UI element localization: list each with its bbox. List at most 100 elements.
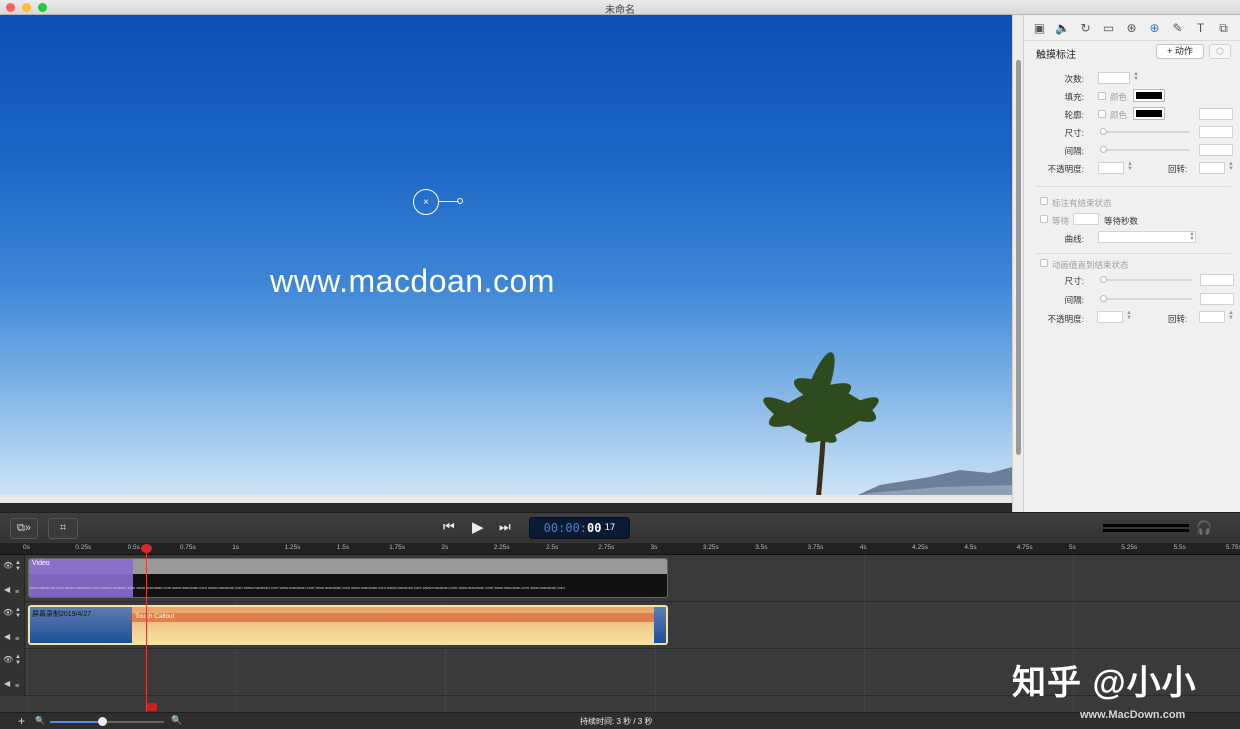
count-stepper[interactable]: ▲ ▼ xyxy=(1133,71,1139,82)
zoom-out-icon[interactable]: 🔍 xyxy=(35,716,45,725)
speaker-icon[interactable]: ◀ xyxy=(4,585,10,594)
audio-icon[interactable]: 🔈 xyxy=(1051,20,1074,36)
outline-width-field[interactable] xyxy=(1199,108,1233,120)
fast-forward-button[interactable]: ⏭ xyxy=(499,519,511,535)
group-icon: ⧉» xyxy=(17,522,31,534)
headphones-icon[interactable]: 🎧 xyxy=(1196,520,1212,536)
touch-callout-marker[interactable]: × xyxy=(413,189,439,215)
size-slider-knob[interactable] xyxy=(1100,128,1107,135)
zoom-slider-knob[interactable] xyxy=(98,717,108,726)
fill-color-label: 颜色 xyxy=(1110,92,1128,102)
wait-checkbox[interactable] xyxy=(1040,215,1048,223)
timeline-ruler[interactable]: 0s 0.25s 0.5s 0.75s 1s 1.25s 1.5s 1.75s 2s 2.25s 2… xyxy=(0,543,1240,555)
video-clip[interactable]: Video www.macdoan.com www.macdoan.com ww… xyxy=(28,558,668,598)
text-icon[interactable]: T xyxy=(1189,20,1212,36)
animate-opacity-stepper[interactable]: ▲ ▼ xyxy=(1126,310,1132,321)
rewind-button[interactable]: ⏮ xyxy=(443,519,455,535)
wait-seconds-field[interactable] xyxy=(1073,213,1099,225)
count-field[interactable] xyxy=(1098,72,1130,84)
preview-canvas[interactable]: www.macdoan.com × xyxy=(0,15,1012,503)
curve-label: 曲线: xyxy=(1064,234,1084,244)
animate-spacing-field[interactable] xyxy=(1200,293,1234,305)
cursor-icon[interactable]: ↻ xyxy=(1074,20,1097,36)
visibility-eye-icon[interactable]: 👁 xyxy=(3,608,13,617)
animate-spacing-slider-knob[interactable] xyxy=(1100,295,1107,302)
animate-rotation-stepper[interactable]: ▲ ▼ xyxy=(1228,310,1234,321)
ruler-tick-label: 4.75s xyxy=(1016,544,1033,551)
size-slider[interactable] xyxy=(1102,131,1190,133)
zoom-slider-fill xyxy=(50,721,103,723)
canvas-watermark-text: www.macdoan.com xyxy=(270,263,555,299)
playhead-foot[interactable] xyxy=(147,703,158,711)
size-field[interactable] xyxy=(1199,126,1233,138)
speaker-icon[interactable]: ◀ xyxy=(4,679,10,688)
ruler-tick-label: 1.75s xyxy=(389,544,405,551)
canvas-bottom-edge xyxy=(0,495,1012,503)
group-clips-button[interactable]: ⧉» xyxy=(10,518,38,539)
curve-select[interactable] xyxy=(1098,231,1196,243)
rotation-stepper[interactable]: ▲ ▼ xyxy=(1228,161,1234,172)
track-header: 👁 ▲ ▼ ◀ ≡ xyxy=(0,649,25,696)
animate-checkbox[interactable] xyxy=(1040,259,1048,267)
callout-handle-line xyxy=(439,201,459,202)
video-icon[interactable]: ▣ xyxy=(1028,20,1051,36)
play-button[interactable]: ▶ xyxy=(472,518,484,536)
spacing-slider-knob[interactable] xyxy=(1100,146,1107,153)
playhead[interactable] xyxy=(146,545,148,713)
fill-checkbox[interactable] xyxy=(1098,92,1106,100)
touch-icon[interactable]: ⊕ xyxy=(1143,20,1166,36)
size-label: 尺寸: xyxy=(1064,128,1084,138)
crop-button[interactable]: ⌗ xyxy=(48,518,78,539)
animate-size-slider-knob[interactable] xyxy=(1100,276,1107,283)
animate-opacity-field[interactable] xyxy=(1097,311,1123,323)
outline-checkbox[interactable] xyxy=(1098,110,1106,118)
callout-handle[interactable] xyxy=(457,198,463,204)
canvas-vertical-scroll-thumb[interactable] xyxy=(1016,60,1021,455)
screen-recording-clip[interactable]: 屏幕录制2019/4/27 Touch Callout xyxy=(28,605,668,645)
end-state-checkbox[interactable] xyxy=(1040,197,1048,205)
timecode-main: 00:00: xyxy=(543,521,588,535)
speaker-icon[interactable]: ◀ xyxy=(4,632,10,641)
outline-color-swatch[interactable] xyxy=(1133,107,1165,120)
clip-icon[interactable]: ⊛ xyxy=(1120,20,1143,36)
track-header: 👁 ▲ ▼ ◀ ≡ xyxy=(0,602,25,649)
zoom-in-icon[interactable]: 🔍 xyxy=(171,715,182,726)
rotation-field[interactable] xyxy=(1199,162,1225,174)
ruler-tick-label: 5.5s xyxy=(1173,544,1186,551)
opacity-stepper[interactable]: ▲ ▼ xyxy=(1127,161,1133,172)
track-reorder-icon[interactable]: ▲ ▼ xyxy=(15,607,21,619)
animate-size-slider[interactable] xyxy=(1102,279,1192,281)
timecode-frame: 17 xyxy=(604,523,616,533)
canvas-vertical-scrollbar[interactable] xyxy=(1012,15,1023,512)
animate-size-field[interactable] xyxy=(1200,274,1234,286)
audio-level-meter xyxy=(1103,524,1189,533)
divider xyxy=(1036,253,1231,254)
spacing-label: 间隔: xyxy=(1064,146,1084,156)
track-1: 👁 ▲ ▼ ◀ ≡ Video www.macdoan.com www.macdo… xyxy=(0,555,1240,602)
spacing-slider[interactable] xyxy=(1102,149,1190,151)
track-menu-icon[interactable]: ≡ xyxy=(15,636,19,643)
fill-color-swatch[interactable] xyxy=(1133,89,1165,102)
ruler-tick-label: 0.25s xyxy=(75,544,92,551)
track-menu-icon[interactable]: ≡ xyxy=(15,589,19,596)
visibility-eye-icon[interactable]: 👁 xyxy=(3,561,13,570)
visibility-eye-icon[interactable]: 👁 xyxy=(3,655,13,664)
animate-rotation-field[interactable] xyxy=(1199,311,1225,323)
spacing-field[interactable] xyxy=(1199,144,1233,156)
crop-icon: ⌗ xyxy=(59,522,67,534)
add-track-button[interactable]: + xyxy=(18,714,25,728)
track-reorder-icon[interactable]: ▲ ▼ xyxy=(15,560,21,572)
ruler-tick-label: 0.5s xyxy=(127,544,140,551)
cube-icon[interactable]: ⬡ xyxy=(1209,44,1231,59)
annotation-icon[interactable]: ✎ xyxy=(1166,20,1189,36)
animate-opacity-label: 不透明度: xyxy=(1047,314,1084,324)
inspector-title: 触摸标注 xyxy=(1036,50,1076,61)
actions-icon[interactable]: ⧉ xyxy=(1212,20,1235,36)
animate-spacing-slider[interactable] xyxy=(1102,298,1192,300)
add-action-button[interactable]: + 动作 xyxy=(1156,44,1204,59)
track-reorder-icon[interactable]: ▲ ▼ xyxy=(15,654,21,666)
opacity-field[interactable] xyxy=(1098,162,1124,174)
end-state-label: 标注有结束状态 xyxy=(1052,198,1112,208)
track-menu-icon[interactable]: ≡ xyxy=(15,683,19,690)
screen-icon[interactable]: ▭ xyxy=(1097,20,1120,36)
